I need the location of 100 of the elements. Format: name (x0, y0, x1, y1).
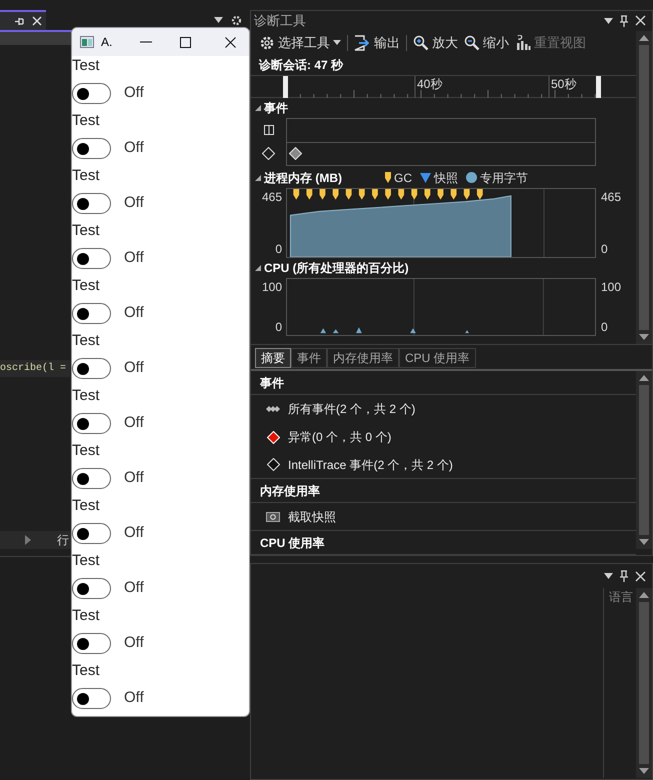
row-label: Test (72, 166, 101, 186)
pin-icon[interactable] (619, 14, 629, 27)
gc-marker-icon (320, 188, 326, 200)
bar-chart-icon (515, 34, 531, 50)
row-label: Test (72, 111, 101, 131)
expand-icon[interactable] (255, 264, 261, 270)
toggle-switch[interactable] (72, 688, 111, 709)
gc-marker-icon (372, 188, 378, 200)
scrollbar[interactable] (636, 30, 652, 344)
section-title: 事件 (264, 100, 288, 116)
gc-marker-icon (411, 188, 418, 200)
legend-item: 快照 (420, 168, 458, 186)
axis-max-label: 100 (601, 278, 622, 296)
time-tick: 40秒 (417, 76, 442, 92)
gc-marker-icon (332, 188, 339, 200)
gc-marker-icon (424, 188, 430, 200)
section-title: 进程内存 (MB) (264, 170, 342, 186)
diamond-icon (266, 430, 280, 444)
scroll-down-icon[interactable] (639, 539, 649, 545)
expand-icon[interactable] (255, 174, 261, 180)
scroll-up-icon[interactable] (639, 592, 649, 598)
gc-marker-icon (438, 188, 444, 200)
toggle-switch[interactable] (72, 303, 111, 324)
document-tab[interactable] (0, 10, 46, 30)
scrollbar[interactable] (636, 371, 652, 549)
toolbar-button[interactable]: 输出 (354, 32, 400, 52)
scroll-up-icon[interactable] (639, 34, 649, 40)
tab[interactable]: CPU 使用率 (399, 348, 476, 368)
maximize-icon[interactable] (180, 36, 192, 48)
close-icon[interactable] (225, 36, 236, 48)
pin-icon[interactable] (14, 16, 24, 26)
row-label: Test (72, 661, 101, 681)
switch-label: Off (124, 358, 144, 378)
toggle-switch[interactable] (72, 523, 111, 544)
gc-marker-icon (398, 188, 404, 200)
timeline-ruler[interactable]: 40秒 50秒 (251, 74, 636, 98)
switch-label: Off (124, 138, 144, 158)
dropdown-icon[interactable] (604, 18, 613, 24)
toolbar-button[interactable]: 选择工具 (259, 32, 341, 52)
legend-item: 专用字节 (466, 168, 528, 186)
summary-link[interactable]: IntelliTrace 事件(2 个，共 2 个) (251, 451, 636, 479)
switch-label: Off (124, 193, 144, 214)
dropdown-icon[interactable] (214, 17, 223, 23)
gc-marker-icon (306, 188, 312, 200)
switch-label: Off (124, 688, 144, 708)
scroll-down-icon[interactable] (639, 334, 649, 340)
caret-icon (333, 40, 341, 45)
row-label: Test (72, 606, 101, 626)
gc-marker-icon (385, 172, 391, 183)
axis-min-label: 0 (601, 240, 609, 258)
toggle-switch[interactable] (72, 193, 111, 214)
tab[interactable]: 摘要 (255, 348, 291, 368)
toggle-switch[interactable] (72, 138, 111, 159)
row-label: Test (72, 221, 101, 241)
expand-icon[interactable] (255, 104, 261, 110)
summary-link[interactable]: 异常(0 个，共 0 个) (251, 423, 636, 451)
switch-label: Off (124, 248, 144, 268)
toggle-switch[interactable] (72, 633, 111, 654)
gear-icon[interactable] (231, 14, 242, 26)
scroll-up-icon[interactable] (639, 375, 649, 381)
section-header: 内存使用率 (260, 482, 320, 500)
toggle-switch[interactable] (72, 248, 111, 269)
toggle-switch[interactable] (72, 578, 111, 599)
status-text: 行 (57, 532, 69, 549)
tab[interactable]: 事件 (291, 348, 327, 368)
axis-max-label: 465 (601, 188, 622, 206)
gc-marker-icon (464, 188, 470, 200)
export-icon (354, 34, 371, 50)
gc-marker-icon (476, 188, 483, 200)
toolbar-button[interactable]: 放大 (413, 32, 458, 52)
summary-link[interactable]: 截取快照 (251, 503, 636, 531)
scroll-right-icon[interactable] (25, 535, 31, 545)
row-label: Test (72, 551, 101, 571)
gc-marker-icon (346, 188, 352, 200)
axis-max-label: 100 (262, 278, 282, 296)
dropdown-icon[interactable] (604, 573, 613, 579)
pin-icon[interactable] (619, 570, 629, 582)
gc-marker-icon (358, 188, 365, 200)
toolbar-button[interactable]: 缩小 (464, 32, 509, 52)
summary-link[interactable]: 所有事件(2 个，共 2 个) (251, 395, 636, 423)
switch-label: Off (124, 303, 144, 324)
range-handle[interactable] (283, 76, 288, 98)
diamond-marker-icon (289, 146, 302, 160)
gc-marker-icon (450, 188, 457, 200)
camera-icon (266, 511, 280, 522)
section-title: CPU (所有处理器的百分比) (264, 260, 409, 276)
range-handle[interactable] (596, 76, 601, 98)
row-label: Test (72, 496, 101, 516)
toggle-switch[interactable] (72, 468, 111, 489)
switch-label: Off (124, 633, 144, 654)
toggle-switch[interactable] (72, 413, 111, 434)
window-title: A. (101, 34, 112, 51)
toggle-switch[interactable] (72, 83, 111, 104)
scrollbar[interactable] (636, 588, 652, 778)
toggle-switch[interactable] (72, 358, 111, 379)
tab[interactable]: 内存使用率 (327, 348, 399, 368)
axis-min-label: 0 (275, 240, 282, 258)
diamond-icon (262, 146, 275, 160)
section-header: CPU 使用率 (260, 534, 325, 552)
scroll-down-icon[interactable] (639, 768, 649, 774)
